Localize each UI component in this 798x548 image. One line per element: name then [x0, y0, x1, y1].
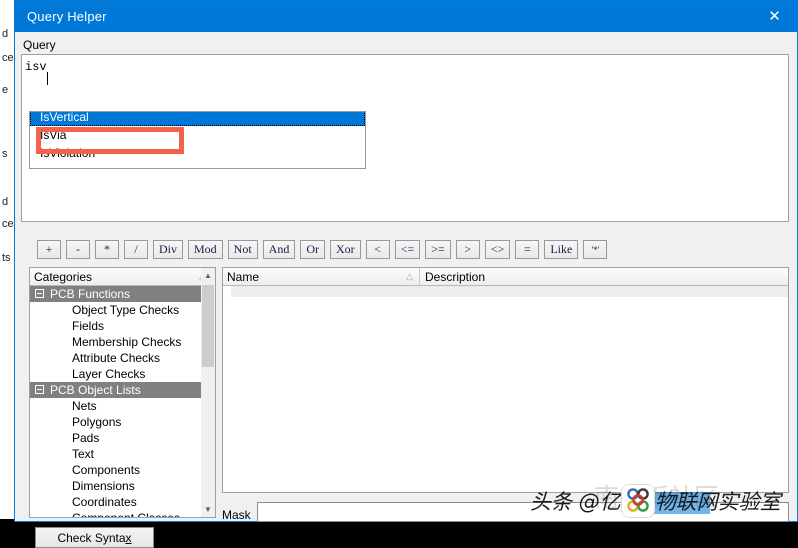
operator-button-or[interactable]: Or	[300, 240, 325, 259]
category-label: PCB Object Lists	[50, 383, 141, 397]
column-header-name[interactable]: Name △	[223, 268, 420, 285]
category-item-dimensions[interactable]: Dimensions	[30, 478, 212, 494]
background-text-fragment: ts	[2, 252, 11, 264]
autocomplete-item-isvertical[interactable]: IsVertical	[30, 111, 365, 126]
category-label: PCB Functions	[50, 287, 130, 301]
background-text-fragment: d	[2, 28, 8, 40]
dialog-body: Query IsVertical IsVia IsViolation + - *…	[15, 32, 797, 521]
category-item-layer-checks[interactable]: Layer Checks	[30, 366, 212, 382]
autocomplete-item-isvia[interactable]: IsVia	[30, 126, 365, 144]
operator-button-divide[interactable]: /	[124, 240, 148, 259]
operator-button-mod[interactable]: Mod	[188, 240, 223, 259]
category-item-fields[interactable]: Fields	[30, 318, 212, 334]
category-item-object-type-checks[interactable]: Object Type Checks	[30, 302, 212, 318]
dialog-title: Query Helper	[27, 9, 107, 24]
operator-button-wildcard[interactable]: '*'	[583, 240, 607, 259]
operator-button-plus[interactable]: +	[37, 240, 61, 259]
check-syntax-button[interactable]: Check Syntax	[35, 527, 154, 548]
operator-button-less-equal[interactable]: <=	[395, 240, 421, 259]
collapse-icon[interactable]	[35, 289, 44, 298]
operator-button-greater-equal[interactable]: >=	[425, 240, 451, 259]
operator-toolbar: + - * / Div Mod Not And Or Xor < <= >= >…	[37, 240, 607, 259]
query-label: Query	[23, 38, 56, 52]
mask-label: Mask	[222, 508, 251, 522]
category-item-attribute-checks[interactable]: Attribute Checks	[30, 350, 212, 366]
operator-button-multiply[interactable]: *	[95, 240, 119, 259]
category-item-pads[interactable]: Pads	[30, 430, 212, 446]
mask-input[interactable]	[257, 502, 789, 522]
operator-button-less-than[interactable]: <	[366, 240, 390, 259]
close-icon[interactable]: ✕	[752, 1, 797, 32]
text-caret	[47, 72, 48, 85]
results-column-header: Name △ Description	[223, 268, 788, 286]
operator-button-equal[interactable]: =	[515, 240, 539, 259]
categories-column-header[interactable]: Categories △	[30, 268, 212, 286]
background-text-fragment: ce	[2, 52, 14, 64]
query-helper-dialog: Query Helper ✕ Query IsVertical IsVia Is…	[14, 0, 798, 522]
operator-button-and[interactable]: And	[263, 240, 296, 259]
operator-button-greater-than[interactable]: >	[456, 240, 480, 259]
category-item-components[interactable]: Components	[30, 462, 212, 478]
collapse-icon[interactable]	[35, 385, 44, 394]
chevron-up-icon[interactable]: ▲	[201, 268, 215, 283]
category-group-pcb-functions[interactable]: PCB Functions	[30, 286, 212, 302]
check-syntax-label: Check Synta	[57, 531, 125, 545]
category-group-pcb-object-lists[interactable]: PCB Object Lists	[30, 382, 212, 398]
operator-button-xor[interactable]: Xor	[330, 240, 361, 259]
sort-ascending-icon: △	[406, 271, 413, 282]
operator-button-not[interactable]: Not	[228, 240, 258, 259]
column-header-name-label: Name	[227, 270, 259, 284]
operator-button-minus[interactable]: -	[66, 240, 90, 259]
check-syntax-accelerator: x	[126, 531, 132, 545]
scrollbar-track[interactable]	[202, 367, 214, 501]
column-header-description[interactable]: Description	[420, 268, 788, 285]
category-item-text[interactable]: Text	[30, 446, 212, 462]
autocomplete-list: IsVertical IsVia IsViolation	[30, 111, 365, 162]
category-item-nets[interactable]: Nets	[30, 398, 212, 414]
chevron-down-icon[interactable]: ▼	[201, 502, 215, 517]
autocomplete-dropdown[interactable]: IsVertical IsVia IsViolation	[29, 111, 366, 169]
category-item-coordinates[interactable]: Coordinates	[30, 494, 212, 510]
categories-scrollbar[interactable]: ▲ ▼	[201, 267, 216, 518]
column-header-description-label: Description	[425, 270, 485, 284]
background-text-fragment: ce	[2, 218, 14, 230]
autocomplete-item-isviolation[interactable]: IsViolation	[30, 144, 365, 162]
operator-button-like[interactable]: Like	[544, 240, 578, 259]
query-input[interactable]	[22, 55, 788, 75]
categories-header-label: Categories	[34, 270, 92, 284]
scrollbar-thumb[interactable]	[202, 285, 214, 367]
category-item-polygons[interactable]: Polygons	[30, 414, 212, 430]
background-text-fragment: e	[2, 84, 8, 96]
operator-button-div[interactable]: Div	[153, 240, 183, 259]
category-item-membership-checks[interactable]: Membership Checks	[30, 334, 212, 350]
operator-button-not-equal[interactable]: <>	[485, 240, 511, 259]
categories-panel: Categories △ PCB Functions Object Type C…	[29, 267, 213, 518]
category-item-component-classes[interactable]: Component Classes	[30, 510, 212, 518]
dialog-titlebar: Query Helper ✕	[15, 1, 797, 32]
results-empty-row	[231, 286, 788, 297]
background-text-fragment: d	[2, 196, 8, 208]
results-list-panel: Name △ Description	[222, 267, 789, 493]
background-text-fragment: s	[2, 148, 8, 160]
